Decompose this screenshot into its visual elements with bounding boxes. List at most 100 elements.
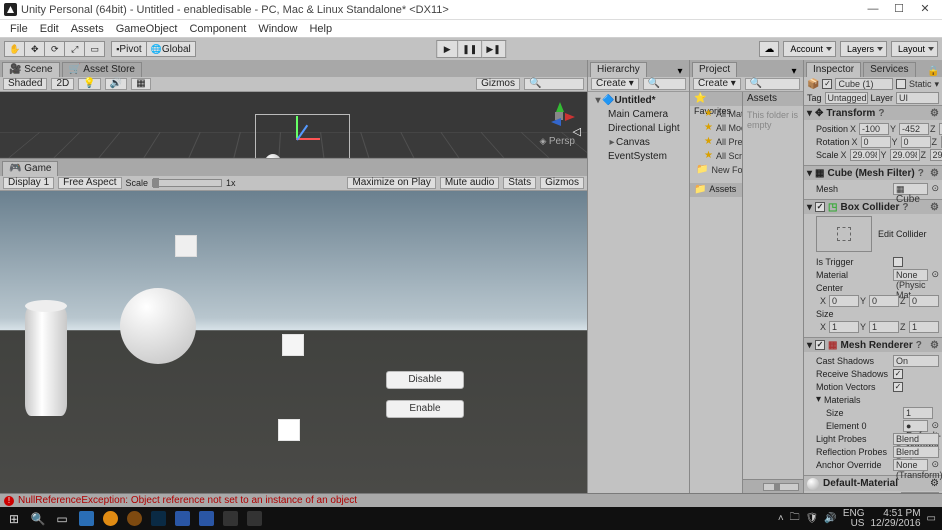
- project-search[interactable]: 🔍: [745, 78, 800, 90]
- menu-component[interactable]: Component: [183, 23, 252, 35]
- collsize-z[interactable]: [909, 321, 939, 333]
- scene-node[interactable]: ▾🔷Untitled*: [590, 94, 687, 108]
- game-ui-disable-button[interactable]: Disable: [386, 371, 464, 389]
- tab-hierarchy[interactable]: Hierarchy: [590, 62, 647, 77]
- elem0-picker-icon[interactable]: ⊙: [931, 420, 939, 431]
- gizmos-dropdown[interactable]: Gizmos: [476, 78, 520, 90]
- mesh-field[interactable]: ▦ Cube: [893, 183, 928, 195]
- meshfilter-settings-icon[interactable]: ⚙: [930, 168, 939, 179]
- fav-item[interactable]: ★All Models: [690, 121, 742, 135]
- castshadows-dropdown[interactable]: On: [893, 355, 939, 367]
- start-button[interactable]: ⊞: [2, 507, 26, 530]
- rotation-y[interactable]: [901, 136, 931, 148]
- tray-lang[interactable]: ENG: [843, 509, 865, 519]
- gameobject-active-checkbox[interactable]: [822, 79, 832, 89]
- matsize-field[interactable]: [903, 407, 933, 419]
- favorites-header[interactable]: ⭐ Favorites: [690, 92, 742, 106]
- aspect-dropdown[interactable]: Free Aspect: [58, 177, 121, 189]
- rect-tool[interactable]: ▭: [85, 41, 105, 57]
- gameobject-name-field[interactable]: [835, 78, 893, 90]
- physmat-field[interactable]: None (Physic Mat: [893, 269, 928, 281]
- collab-button[interactable]: ☁: [759, 41, 779, 57]
- scale-z[interactable]: [930, 149, 942, 161]
- istrigger-checkbox[interactable]: [893, 257, 903, 267]
- menu-window[interactable]: Window: [252, 23, 303, 35]
- taskbar-app[interactable]: [170, 507, 194, 530]
- account-dropdown[interactable]: Account: [783, 41, 836, 57]
- center-y[interactable]: [869, 295, 899, 307]
- task-view-button[interactable]: ▭: [50, 507, 74, 530]
- hierarchy-item[interactable]: ▸Canvas: [590, 136, 687, 150]
- transform-settings-icon[interactable]: ⚙: [930, 108, 939, 119]
- boxcollider-settings-icon[interactable]: ⚙: [930, 202, 939, 213]
- fav-item[interactable]: ★All Scripts: [690, 149, 742, 163]
- scale-tool[interactable]: ⤢: [65, 41, 85, 57]
- edit-collider-button[interactable]: [816, 216, 872, 252]
- scene-viewport[interactable]: ◁ ◈ Persp: [0, 92, 587, 158]
- rotate-tool[interactable]: ⟳: [45, 41, 65, 57]
- hierarchy-item[interactable]: Directional Light: [590, 122, 687, 136]
- minimize-button[interactable]: —: [860, 0, 886, 20]
- move-tool[interactable]: ✥: [25, 41, 45, 57]
- inspector-lock-icon[interactable]: 🔒: [927, 66, 939, 77]
- tab-asset-store[interactable]: 🛒 Asset Store: [62, 62, 142, 77]
- hand-tool[interactable]: ✋: [4, 41, 25, 57]
- menu-help[interactable]: Help: [303, 23, 338, 35]
- mode-2d-toggle[interactable]: 2D: [51, 78, 74, 90]
- taskbar-app[interactable]: [242, 507, 266, 530]
- game-viewport[interactable]: Disable Enable: [0, 191, 587, 493]
- static-checkbox[interactable]: [896, 79, 906, 89]
- project-menu-icon[interactable]: ▾: [788, 66, 800, 77]
- taskbar-app[interactable]: [146, 507, 170, 530]
- game-gizmos-dropdown[interactable]: Gizmos: [540, 177, 584, 189]
- material-settings-icon[interactable]: ⚙: [930, 478, 939, 489]
- tab-scene[interactable]: 🎥 Scene: [2, 62, 60, 77]
- meshrenderer-enabled-checkbox[interactable]: [815, 340, 825, 350]
- center-x[interactable]: [829, 295, 859, 307]
- position-y[interactable]: [899, 123, 929, 135]
- taskbar-app[interactable]: [98, 507, 122, 530]
- center-z[interactable]: [909, 295, 939, 307]
- scale-x[interactable]: [850, 149, 880, 161]
- collsize-x[interactable]: [829, 321, 859, 333]
- scene-fx-toggle[interactable]: ▦: [131, 78, 150, 90]
- tray-chevron-icon[interactable]: ˄: [778, 513, 784, 524]
- recvshadows-checkbox[interactable]: [893, 369, 903, 379]
- collsize-y[interactable]: [869, 321, 899, 333]
- mesh-picker-icon[interactable]: ⊙: [931, 183, 939, 194]
- projection-label[interactable]: ◈ Persp: [539, 136, 575, 147]
- tag-dropdown[interactable]: Untagged: [825, 92, 868, 104]
- position-x[interactable]: [859, 123, 889, 135]
- shading-mode-dropdown[interactable]: Shaded: [3, 78, 47, 90]
- lightprobes-dropdown[interactable]: Blend Probes: [893, 433, 939, 445]
- rotation-x[interactable]: [861, 136, 891, 148]
- menu-gameobject[interactable]: GameObject: [110, 23, 184, 35]
- play-button[interactable]: ▶: [436, 40, 458, 58]
- tray-time[interactable]: 4:51 PM: [883, 509, 920, 519]
- tray-notifications-icon[interactable]: ▭: [927, 513, 936, 524]
- boxcollider-enabled-checkbox[interactable]: [815, 202, 825, 212]
- step-button[interactable]: ▶❚: [482, 40, 505, 58]
- taskbar-app[interactable]: [194, 507, 218, 530]
- tab-project[interactable]: Project: [692, 62, 737, 77]
- tab-game[interactable]: 🎮 Game: [2, 161, 58, 176]
- status-bar[interactable]: ! NullReferenceException: Object referen…: [0, 493, 942, 507]
- physmat-picker-icon[interactable]: ⊙: [931, 269, 939, 280]
- maximize-button[interactable]: ☐: [886, 0, 912, 20]
- scale-slider[interactable]: [152, 179, 222, 187]
- anchor-field[interactable]: None (Transform): [893, 459, 928, 471]
- menu-edit[interactable]: Edit: [34, 23, 65, 35]
- global-toggle[interactable]: 🌐 Global: [147, 41, 196, 57]
- layer-dropdown[interactable]: UI: [896, 92, 939, 104]
- menu-assets[interactable]: Assets: [65, 23, 110, 35]
- scene-audio-toggle[interactable]: 🔊: [105, 78, 127, 90]
- thumbnail-size-slider[interactable]: [763, 483, 799, 491]
- tab-inspector[interactable]: Inspector: [806, 62, 861, 77]
- tray-battery-icon[interactable]: 🗀: [790, 510, 800, 527]
- mute-audio-toggle[interactable]: Mute audio: [440, 177, 499, 189]
- taskbar-app[interactable]: [218, 507, 242, 530]
- tab-services[interactable]: Services: [863, 62, 915, 77]
- game-ui-enable-button[interactable]: Enable: [386, 400, 464, 418]
- hierarchy-menu-icon[interactable]: ▾: [674, 66, 686, 77]
- tray-network-icon[interactable]: 🛡: [806, 513, 819, 524]
